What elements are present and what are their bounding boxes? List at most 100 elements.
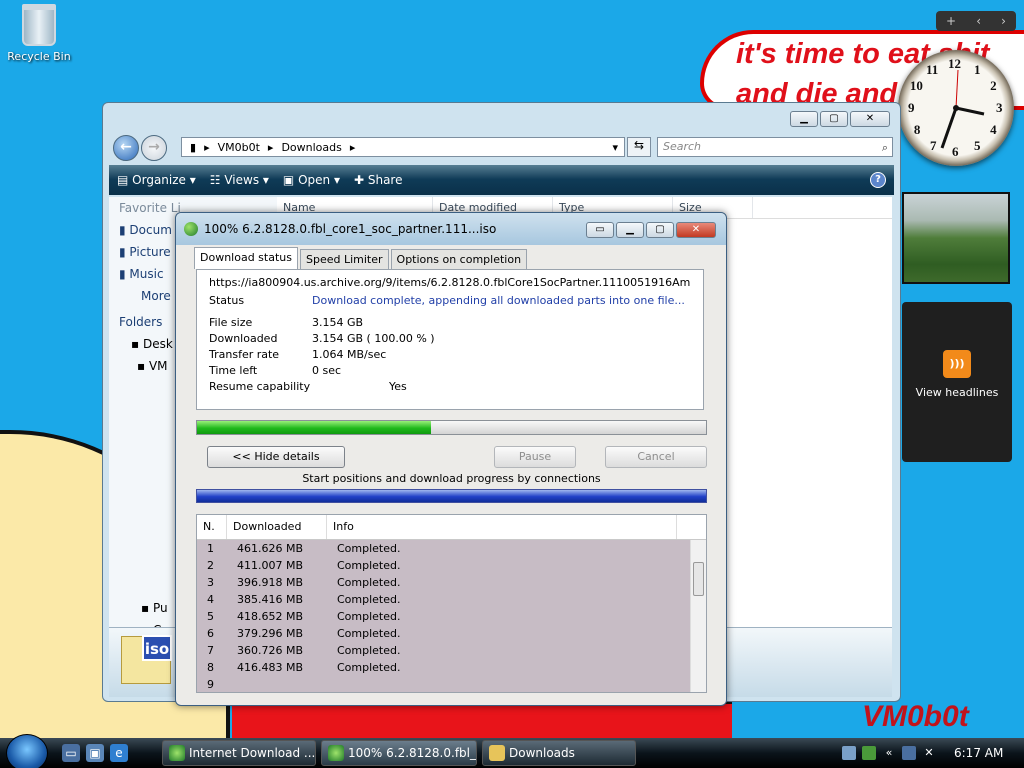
tray-chevron-icon[interactable]: « xyxy=(882,746,896,760)
tab-download-status[interactable]: Download status xyxy=(194,247,298,269)
connection-number: 1 xyxy=(207,542,214,555)
search-placeholder: Search xyxy=(663,140,702,153)
wallpaper-signature: VM0b0t xyxy=(862,700,969,733)
minimize-button[interactable]: ▁ xyxy=(790,111,818,127)
prev-icon[interactable]: ‹ xyxy=(976,14,981,28)
connection-number: 7 xyxy=(207,644,214,657)
column-header-number[interactable]: N. xyxy=(197,515,227,539)
dialog-title: 100% 6.2.8128.0.fbl_core1_soc_partner.11… xyxy=(204,222,497,236)
search-icon[interactable]: ⌕ xyxy=(882,139,888,157)
table-row[interactable]: 3 396.918 MB Completed. xyxy=(197,574,706,591)
feed-headlines-gadget[interactable]: ))) View headlines xyxy=(902,302,1012,462)
idm-icon xyxy=(169,745,185,761)
column-header-downloaded[interactable]: Downloaded xyxy=(227,515,327,539)
connection-downloaded xyxy=(227,676,327,692)
connection-downloaded: 385.416 MB xyxy=(237,593,304,606)
vertical-scrollbar[interactable] xyxy=(690,540,706,692)
connection-downloaded: 416.483 MB xyxy=(237,661,304,674)
chevron-right-icon[interactable]: ▸ xyxy=(350,141,356,154)
switch-windows-icon[interactable]: ▣ xyxy=(86,744,104,762)
column-header-info[interactable]: Info xyxy=(327,515,677,539)
download-status-panel: https://ia800904.us.archive.org/9/items/… xyxy=(196,269,704,410)
table-row[interactable]: 9 xyxy=(197,676,706,692)
connection-number: 2 xyxy=(207,559,214,572)
table-row[interactable]: 4 385.416 MB Completed. xyxy=(197,591,706,608)
clock-number: 12 xyxy=(948,56,961,71)
connections-table[interactable]: N. Downloaded Info 1 461.626 MB Completed.… xyxy=(196,514,707,693)
network-icon[interactable] xyxy=(902,746,916,760)
slideshow-gadget[interactable] xyxy=(902,192,1010,284)
table-row[interactable]: 2 411.007 MB Completed. xyxy=(197,557,706,574)
tray-app-icon[interactable] xyxy=(842,746,856,760)
maximize-button[interactable]: ▢ xyxy=(646,222,674,238)
dialog-window-controls: ▭ ▁ ▢ ✕ xyxy=(586,222,716,238)
connections-table-header: N. Downloaded Info xyxy=(197,515,706,540)
feed-label[interactable]: View headlines xyxy=(916,386,999,399)
table-row[interactable]: 5 418.652 MB Completed. xyxy=(197,608,706,625)
sidebar-controls[interactable]: + ‹ › xyxy=(936,11,1016,31)
breadcrumb-item[interactable]: Downloads xyxy=(281,141,341,154)
taskbar-button-downloads[interactable]: Downloads xyxy=(482,740,636,766)
add-gadget-icon[interactable]: + xyxy=(946,14,956,28)
connection-info: Completed. xyxy=(337,559,401,572)
maximize-button[interactable]: ▢ xyxy=(820,111,848,127)
iso-file-icon: iso xyxy=(121,635,172,684)
taskbar-button-download[interactable]: 100% 6.2.8128.0.fbl_... xyxy=(321,740,477,766)
connections-caption: Start positions and download progress by… xyxy=(302,472,601,485)
organize-button[interactable]: ▤ Organize ▾ xyxy=(117,173,196,187)
close-button[interactable]: ✕ xyxy=(850,111,890,127)
back-button[interactable]: ← xyxy=(113,135,139,161)
table-row[interactable]: 6 379.296 MB Completed. xyxy=(197,625,706,642)
dropdown-icon[interactable]: ▾ xyxy=(612,141,618,154)
internet-explorer-icon[interactable]: e xyxy=(110,744,128,762)
cancel-button[interactable]: Cancel xyxy=(605,446,707,468)
connection-info: Completed. xyxy=(337,576,401,589)
forward-button[interactable]: → xyxy=(141,135,167,161)
tray-button[interactable]: ▭ xyxy=(586,222,614,238)
explorer-titlebar[interactable] xyxy=(103,103,900,133)
connection-info: Completed. xyxy=(337,610,401,623)
tray-idm-icon[interactable] xyxy=(862,746,876,760)
tab-options-on-completion[interactable]: Options on completion xyxy=(390,249,528,269)
share-button[interactable]: ✚ Share xyxy=(354,173,403,187)
volume-muted-icon[interactable]: ✕ xyxy=(922,746,936,760)
table-row[interactable]: 8 416.483 MB Completed. xyxy=(197,659,706,676)
views-button[interactable]: ☷ Views ▾ xyxy=(210,173,269,187)
taskbar-clock[interactable]: 6:17 AM xyxy=(954,746,1003,760)
download-dialog: 100% 6.2.8128.0.fbl_core1_soc_partner.11… xyxy=(175,212,727,706)
taskbar-button-idm[interactable]: Internet Download ... xyxy=(162,740,316,766)
breadcrumb-item[interactable]: VM0b0t xyxy=(218,141,260,154)
connection-number: 4 xyxy=(207,593,214,606)
connection-number: 8 xyxy=(207,661,214,674)
download-globe-icon xyxy=(328,745,344,761)
close-button[interactable]: ✕ xyxy=(676,222,716,238)
folder-icon: ▮ xyxy=(190,140,197,154)
chevron-right-icon[interactable]: ▸ xyxy=(268,141,274,154)
connections-progress-bar xyxy=(196,489,707,503)
recycle-bin-label: Recycle Bin xyxy=(7,50,71,63)
next-icon[interactable]: › xyxy=(1001,14,1006,28)
minimize-button[interactable]: ▁ xyxy=(616,222,644,238)
show-desktop-icon[interactable]: ▭ xyxy=(62,744,80,762)
hide-details-button[interactable]: << Hide details xyxy=(207,446,345,468)
recycle-bin[interactable]: Recycle Bin xyxy=(4,4,74,63)
refresh-button[interactable]: ⇆ xyxy=(627,137,651,157)
connection-downloaded: 379.296 MB xyxy=(237,627,304,640)
open-button[interactable]: ▣ Open ▾ xyxy=(283,173,340,187)
help-icon[interactable]: ? xyxy=(870,172,886,188)
pause-button[interactable]: Pause xyxy=(494,446,576,468)
download-progress-bar xyxy=(196,420,707,435)
scrollbar-thumb[interactable] xyxy=(693,562,704,596)
table-row[interactable]: 1 461.626 MB Completed. xyxy=(197,540,706,557)
chevron-right-icon[interactable]: ▸ xyxy=(204,141,210,154)
table-row[interactable]: 7 360.726 MB Completed. xyxy=(197,642,706,659)
tab-speed-limiter[interactable]: Speed Limiter xyxy=(299,249,389,269)
start-button[interactable] xyxy=(6,734,48,768)
connection-downloaded: 360.726 MB xyxy=(237,644,304,657)
file-size-label: File size xyxy=(209,316,253,329)
connection-downloaded: 411.007 MB xyxy=(237,559,304,572)
clock-gadget[interactable]: 12 1 2 3 4 5 6 7 8 9 10 11 xyxy=(898,50,1014,166)
clock-number: 7 xyxy=(930,138,937,154)
address-bar[interactable]: ▮ ▸ VM0b0t ▸ Downloads ▸ ▾ xyxy=(181,137,625,157)
search-input[interactable]: Search ⌕ xyxy=(657,137,893,157)
